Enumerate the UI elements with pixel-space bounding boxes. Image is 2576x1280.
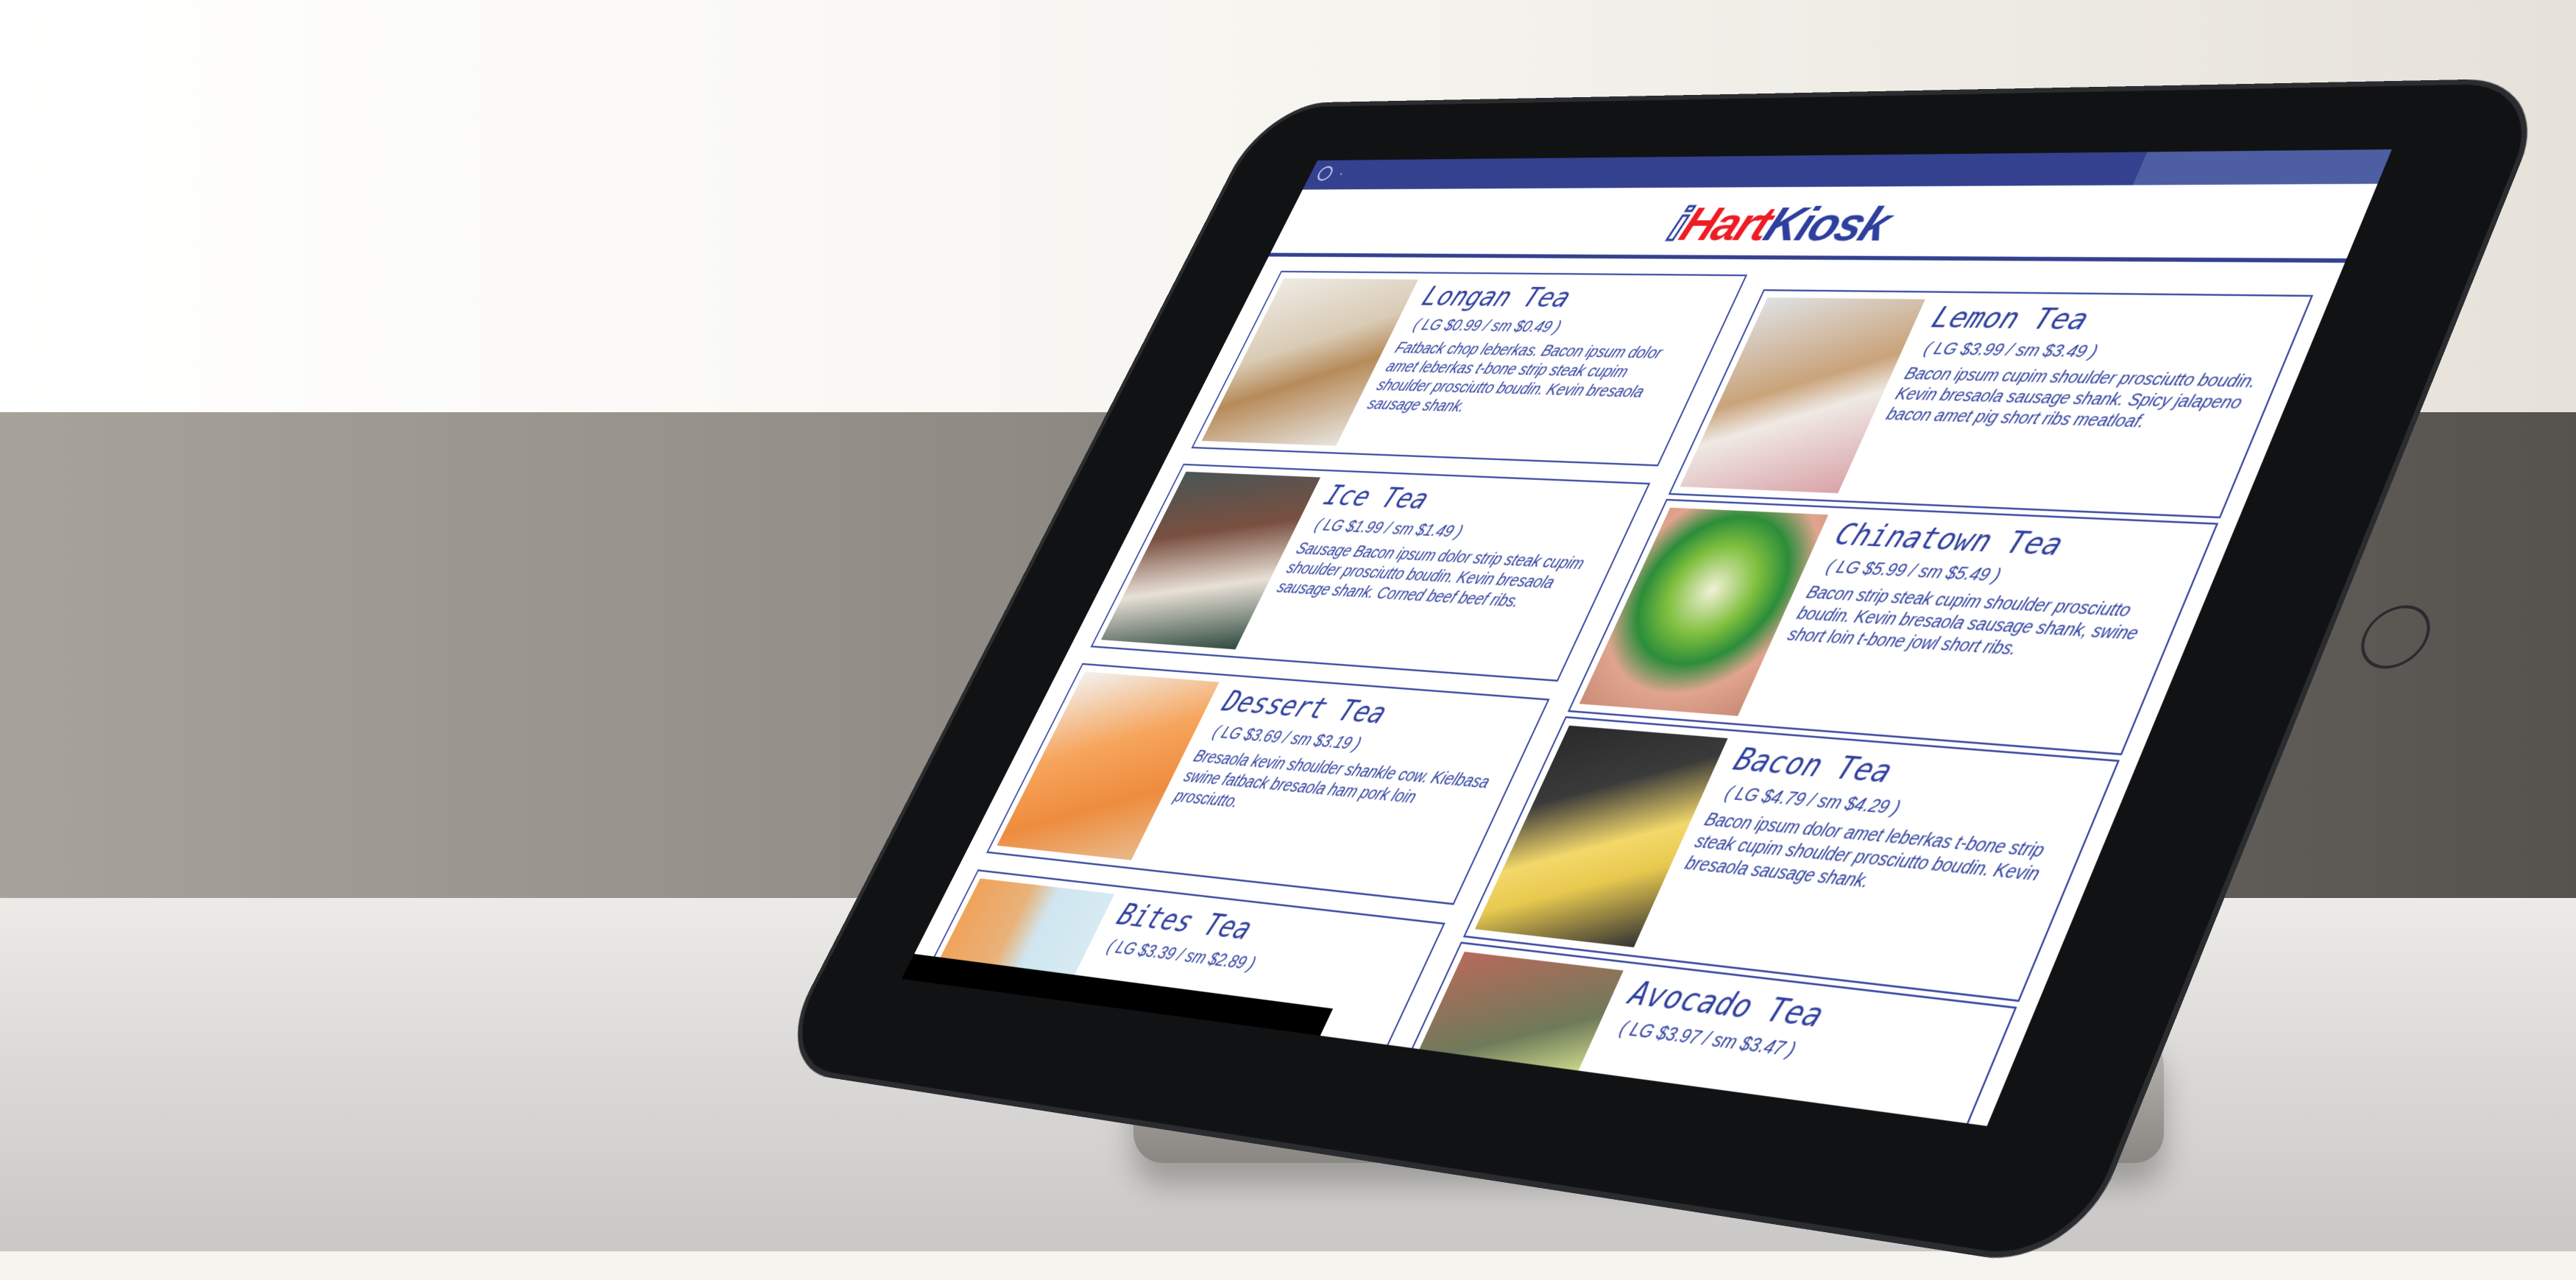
menu-item-card[interactable]: Lemon Tea ( LG $3.99 / sm $3.49 ) Bacon … [1669, 289, 2313, 518]
menu-item-text: Chinatown Tea ( LG $5.99 / sm $5.49 ) Ba… [1784, 517, 2196, 668]
menu-item-text: Ice Tea ( LG $1.99 / sm $1.49 ) Sausage … [1273, 479, 1630, 615]
menu-item-card[interactable]: Longan Tea ( LG $0.99 / sm $0.49 ) Fatba… [1191, 271, 1747, 467]
logo-kiosk: Kiosk [1756, 197, 1900, 251]
menu-item-price: ( LG $3.99 / sm $3.49 ) [1920, 339, 2274, 366]
menu-item-card[interactable]: Dessert Tea ( LG $3.69 / sm $3.19 ) Bres… [986, 663, 1550, 905]
menu-item-description: Sausage Bacon ipsum dolor strip steak cu… [1273, 539, 1601, 615]
menu-item-text: Dessert Tea ( LG $3.69 / sm $3.19 ) Bres… [1170, 685, 1529, 836]
status-bar-highlight [2133, 149, 2392, 185]
header: iHartKiosk [1269, 184, 2378, 263]
status-text: · [1336, 166, 1348, 181]
menu-item-description: Bacon ipsum cupim shoulder prosciutto bo… [1883, 364, 2263, 435]
menu-item-card[interactable]: Ice Tea ( LG $1.99 / sm $1.49 ) Sausage … [1091, 464, 1651, 682]
menu-item-name: Lemon Tea [1926, 301, 2290, 340]
menu-item-description: Bacon strip steak cupim shoulder prosciu… [1784, 582, 2168, 668]
menu-item-text: Lemon Tea ( LG $3.99 / sm $3.49 ) Bacon … [1883, 301, 2290, 436]
menu-item-text: Bacon Tea ( LG $4.79 / sm $4.29 ) Bacon … [1681, 741, 2097, 911]
settings-icon[interactable] [1315, 166, 1336, 181]
ihartkiosk-logo: iHartKiosk [1660, 196, 1900, 252]
menu-item-price: ( LG $0.99 / sm $0.49 ) [1410, 317, 1710, 339]
menu-item-name: Longan Tea [1417, 281, 1727, 317]
menu-item-card[interactable]: Chinatown Tea ( LG $5.99 / sm $5.49 ) Ba… [1568, 499, 2218, 755]
menu-item-text: Longan Tea ( LG $0.99 / sm $0.49 ) Fatba… [1364, 281, 1727, 422]
menu-item-description: Fatback chop leberkas. Bacon ipsum dolor… [1364, 339, 1699, 422]
